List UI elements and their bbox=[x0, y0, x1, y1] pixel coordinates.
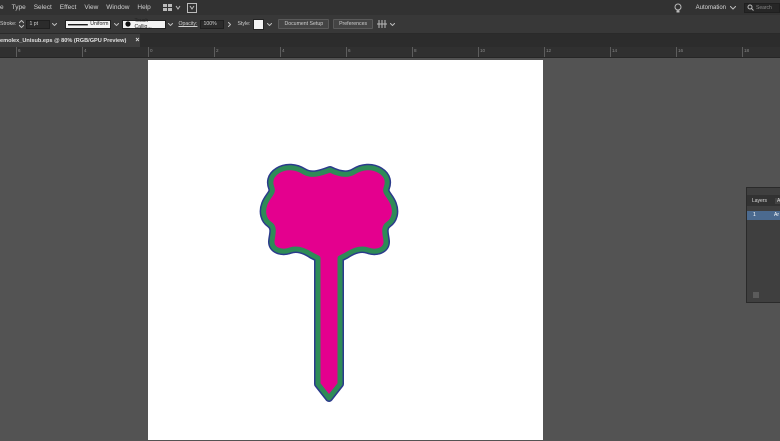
document-tab-bar: emolex_Unisub.eps @ 80% (RGB/GPU Preview… bbox=[0, 34, 780, 47]
artboard[interactable] bbox=[148, 60, 543, 440]
ruler-label: 10 bbox=[480, 48, 486, 53]
stroke-weight-field[interactable]: 1 pt bbox=[26, 19, 51, 29]
opacity-label[interactable]: Opacity: bbox=[178, 21, 197, 27]
chevron-down-icon[interactable] bbox=[52, 22, 58, 26]
stroke-profile-dropdown[interactable]: Uniform bbox=[65, 19, 112, 29]
brush-definition-dropdown[interactable]: Touch Callig... bbox=[122, 18, 167, 30]
menu-item-effect[interactable]: Effect bbox=[56, 4, 81, 11]
tab-layers[interactable]: Layers bbox=[752, 198, 767, 204]
ruler-label: 4 bbox=[282, 48, 285, 53]
arrange-documents-icon[interactable] bbox=[162, 3, 181, 12]
menu-item-view[interactable]: View bbox=[80, 4, 102, 11]
menu-item-help[interactable]: Help bbox=[133, 4, 154, 11]
chevron-right-icon[interactable] bbox=[228, 21, 232, 27]
ruler-label: 16 bbox=[678, 48, 684, 53]
menu-item-window[interactable]: Window bbox=[102, 4, 133, 11]
ruler-label: 0 bbox=[150, 48, 153, 53]
document-tab-title: emolex_Unisub.eps @ 80% (RGB/GPU Preview… bbox=[0, 37, 127, 44]
ruler-label: 2 bbox=[216, 48, 219, 53]
document-tab[interactable]: emolex_Unisub.eps @ 80% (RGB/GPU Preview… bbox=[0, 34, 140, 47]
brush-dot-icon bbox=[125, 21, 132, 27]
close-icon[interactable]: × bbox=[135, 37, 139, 44]
fill-shape bbox=[261, 165, 397, 401]
control-bar: Stroke: 1 pt Uniform Touch Callig... Opa… bbox=[0, 15, 780, 34]
menu-bar: e Type Select Effect View Window Help Au… bbox=[0, 0, 780, 15]
plant-marker-artwork[interactable] bbox=[148, 60, 543, 436]
ruler-label: 4 bbox=[84, 48, 87, 53]
search-placeholder: Search bbox=[756, 4, 772, 11]
layers-panel: Layers A 1 Ar bbox=[746, 187, 780, 303]
layers-panel-header: Layers A bbox=[747, 195, 780, 206]
layer-row[interactable]: 1 Ar bbox=[747, 211, 780, 220]
tab-artboards[interactable]: A bbox=[775, 198, 780, 204]
gpu-performance-icon[interactable] bbox=[186, 2, 197, 13]
stepper-icon[interactable] bbox=[19, 20, 25, 28]
panel-grip-icon[interactable] bbox=[753, 292, 759, 298]
lightbulb-icon[interactable] bbox=[674, 3, 682, 13]
arrange-icon[interactable] bbox=[377, 19, 388, 29]
preferences-button[interactable]: Preferences bbox=[333, 19, 374, 29]
ruler-label: 8 bbox=[414, 48, 417, 53]
chevron-down-icon[interactable] bbox=[267, 22, 273, 26]
stroke-line-icon bbox=[68, 23, 89, 25]
ruler-label: 18 bbox=[744, 48, 750, 53]
stroke-label: Stroke: bbox=[0, 21, 17, 27]
chevron-down-icon[interactable] bbox=[730, 5, 736, 10]
chevron-down-icon[interactable] bbox=[390, 22, 396, 26]
style-label: Style: bbox=[237, 21, 251, 27]
ruler-label: 6 bbox=[348, 48, 351, 53]
search-icon bbox=[747, 4, 754, 11]
horizontal-ruler: 6 4 0 2 4 6 8 10 12 14 16 18 bbox=[0, 47, 780, 58]
style-swatch[interactable] bbox=[253, 18, 265, 30]
menu-item-select[interactable]: Select bbox=[30, 4, 56, 11]
workspace-switcher[interactable]: Automation bbox=[696, 5, 726, 11]
ruler-label: 14 bbox=[612, 48, 618, 53]
menu-item-type[interactable]: Type bbox=[8, 4, 30, 11]
opacity-field[interactable]: 100% bbox=[200, 19, 225, 29]
document-setup-button[interactable]: Document Setup bbox=[278, 19, 330, 29]
layer-name: Ar bbox=[774, 212, 779, 218]
search-field[interactable]: Search bbox=[744, 2, 780, 13]
layer-index: 1 bbox=[753, 212, 756, 218]
chevron-down-icon[interactable] bbox=[168, 22, 174, 26]
chevron-down-icon[interactable] bbox=[114, 22, 120, 26]
ruler-label: 6 bbox=[18, 48, 21, 53]
ruler-label: 12 bbox=[546, 48, 552, 53]
menu-item-partial[interactable]: e bbox=[0, 4, 8, 11]
